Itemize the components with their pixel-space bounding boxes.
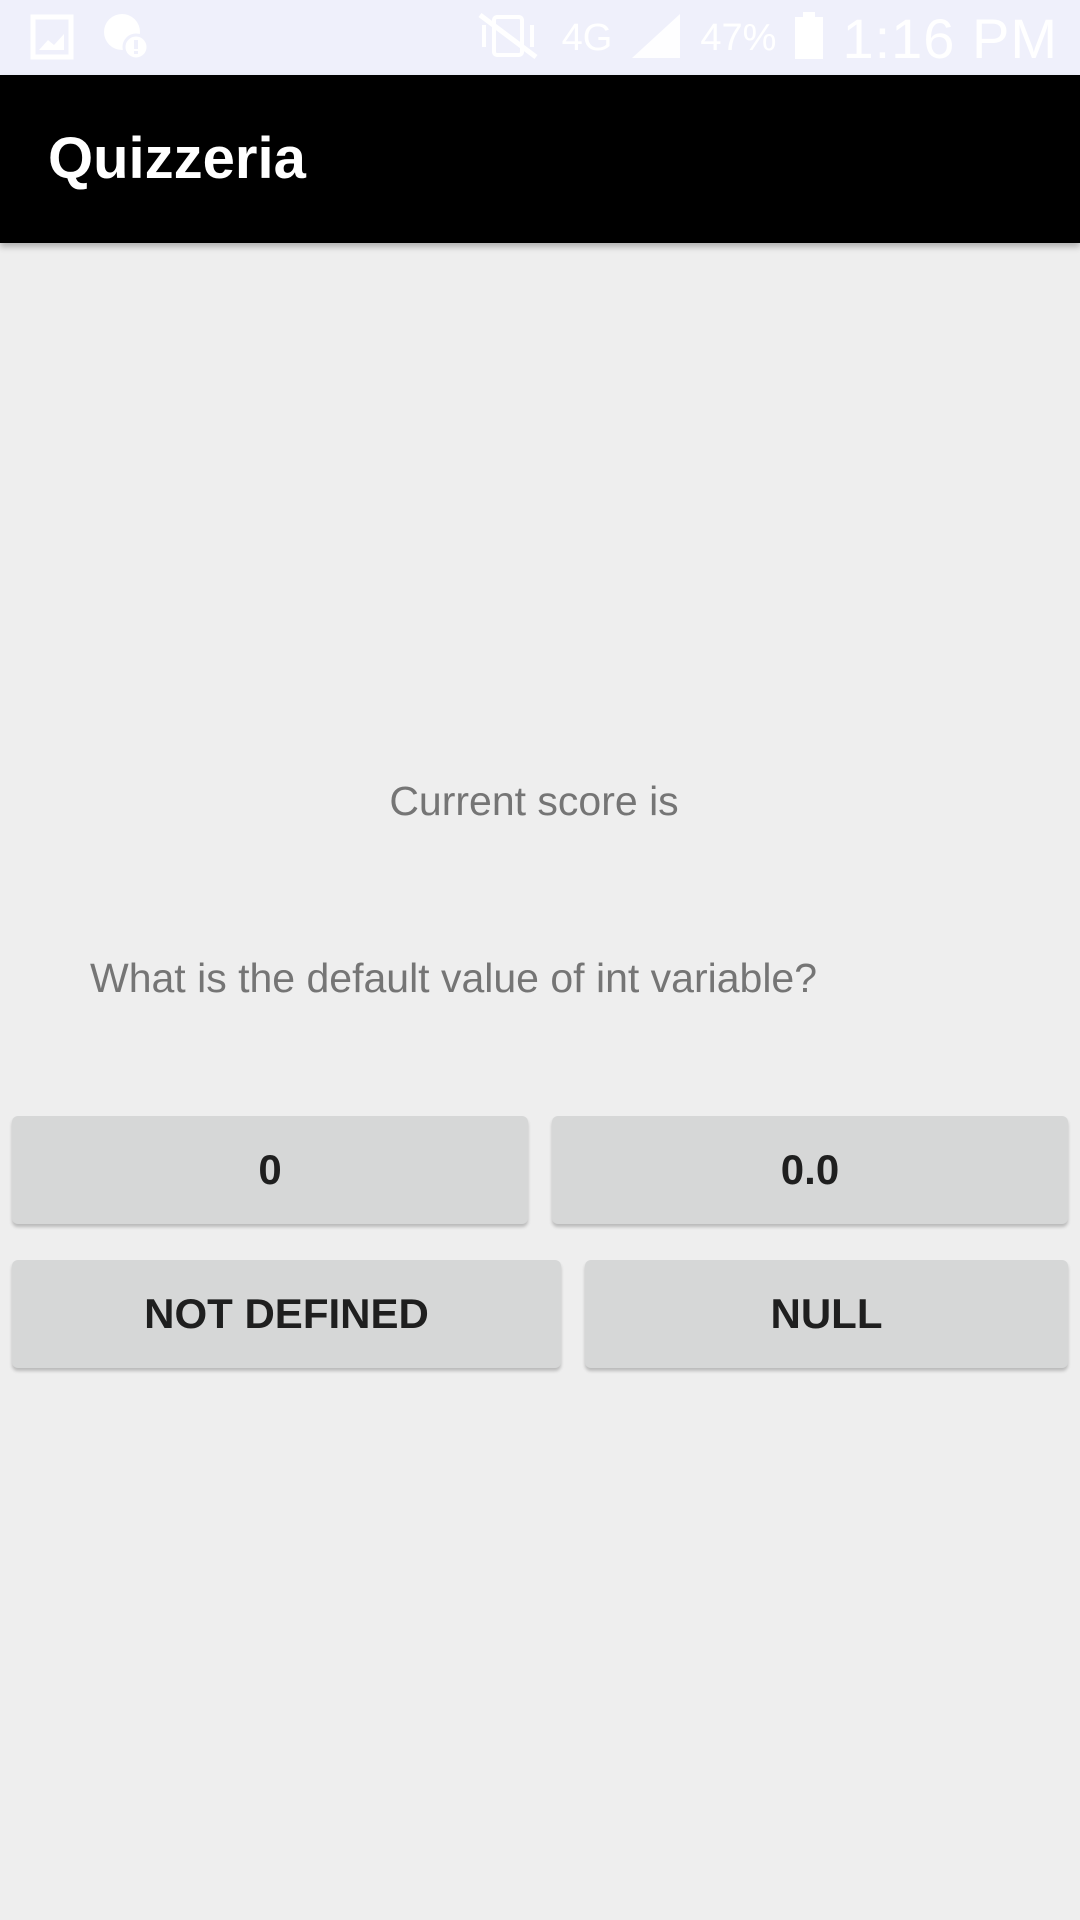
status-bar-right: 4G 47% 1:16 PM (472, 6, 1058, 70)
battery-icon (794, 11, 824, 65)
app-bar: Quizzeria (0, 75, 1080, 243)
gallery-icon (30, 14, 74, 65)
score-label: Current score is (389, 778, 679, 824)
vibrate-mute-icon (472, 11, 544, 66)
answer-button-0-0[interactable]: 0.0 (552, 1116, 1068, 1224)
question-text: What is the default value of int variabl… (90, 955, 818, 1001)
status-bar: 4G 47% 1:16 PM (0, 0, 1080, 75)
status-time: 1:16 PM (842, 6, 1058, 70)
answer-button-0[interactable]: 0 (12, 1116, 528, 1224)
status-bar-left (30, 12, 152, 67)
network-type: 4G (561, 16, 613, 59)
answer-button-not-defined[interactable]: NOT DEFINED (12, 1260, 561, 1368)
alert-badge-icon (102, 12, 152, 67)
cell-signal-icon (630, 12, 682, 65)
answer-button-null[interactable]: NULL (585, 1260, 1068, 1368)
app-title: Quizzeria (48, 126, 306, 191)
battery-percent: 47% (700, 16, 777, 59)
